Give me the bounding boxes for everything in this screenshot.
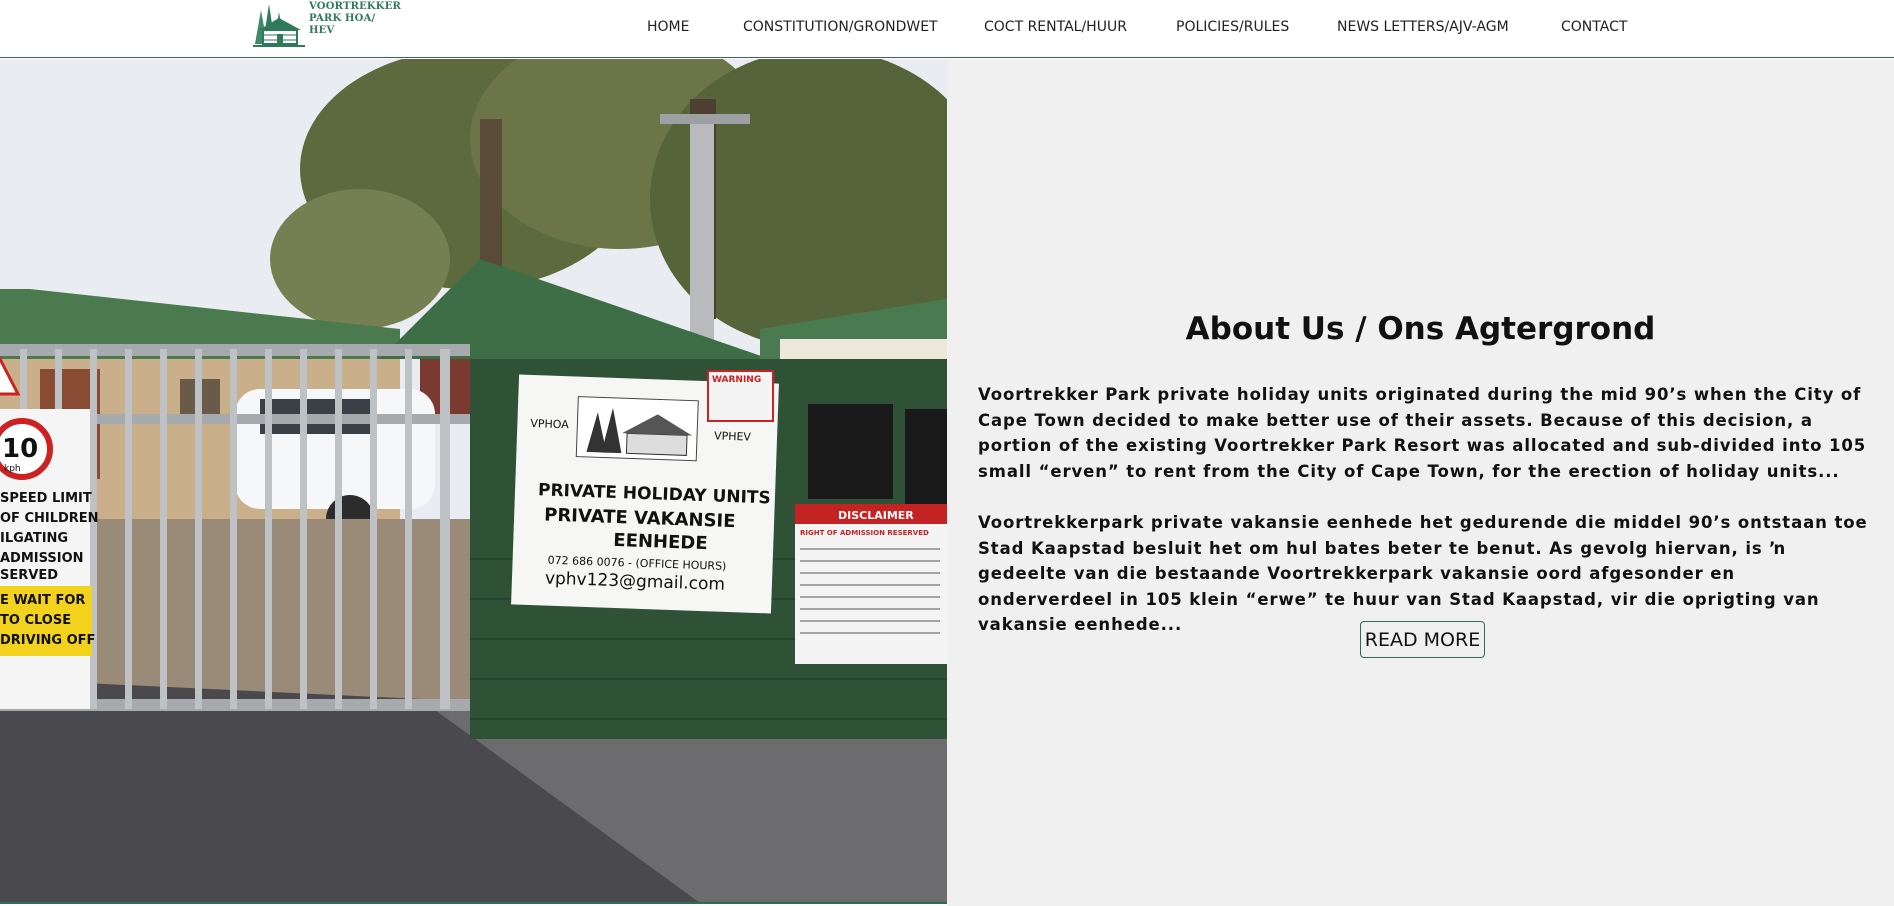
logo-text: VOORTREKKER PARK HOA/ HEV: [309, 1, 401, 37]
speed-line-7: TO CLOSE: [0, 613, 71, 628]
gate-photo-illustration: VPHOA VPHEV PRIVATE HOLIDAY UNITS PRIVAT…: [0, 59, 947, 903]
nav-constitution[interactable]: CONSTITUTION/GRONDWET: [743, 19, 938, 35]
speed-line-3: ILGATING: [0, 531, 68, 546]
about-paragraph-english: Voortrekker Park private holiday units o…: [978, 385, 1867, 481]
sign-right-text: VPHEV: [714, 429, 752, 443]
cabin-trees-logo-icon: [253, 4, 305, 47]
sign-line-3: EENHEDE: [613, 530, 708, 554]
speed-line-6: E WAIT FOR: [0, 593, 85, 608]
speed-line-5: SERVED: [0, 568, 58, 583]
nav-coct-rental[interactable]: COCT RENTAL/HUUR: [984, 19, 1127, 35]
site-header: VOORTREKKER PARK HOA/ HEV HOME CONSTITUT…: [0, 0, 1894, 58]
site-logo[interactable]: VOORTREKKER PARK HOA/ HEV: [249, 0, 401, 50]
nav-newsletters[interactable]: NEWS LETTERS/AJV-AGM: [1337, 19, 1509, 35]
speed-line-2: OF CHILDREN: [0, 511, 99, 526]
sign-left-text: VPHOA: [530, 417, 569, 431]
warning-label: WARNING: [712, 375, 761, 385]
speed-value: 10: [2, 434, 38, 464]
speed-line-8: DRIVING OFF: [0, 633, 95, 648]
read-more-button[interactable]: READ MORE: [1360, 621, 1485, 658]
about-title: About Us / Ons Agtergrond: [1185, 311, 1656, 347]
speed-line-1: SPEED LIMIT: [0, 491, 92, 506]
disclaimer-sub: RIGHT OF ADMISSION RESERVED: [800, 529, 929, 537]
hero-bottom-border: [0, 902, 947, 904]
speed-unit: kph: [4, 464, 21, 474]
about-section: About Us / Ons Agtergrond Voortrekker Pa…: [947, 59, 1894, 906]
nav-policies[interactable]: POLICIES/RULES: [1176, 19, 1289, 35]
disclaimer-label: DISCLAIMER: [838, 509, 914, 522]
nav-contact[interactable]: CONTACT: [1561, 19, 1627, 35]
speed-line-4: ADMISSION: [0, 551, 84, 566]
hero-image-gate: VPHOA VPHEV PRIVATE HOLIDAY UNITS PRIVAT…: [0, 59, 947, 903]
logo-line-1: VOORTREKKER: [309, 1, 402, 12]
about-paragraph-afrikaans: Voortrekkerpark private vakansie eenhede…: [978, 513, 1868, 634]
nav-home[interactable]: HOME: [647, 19, 689, 35]
logo-line-2: PARK HOA/ HEV: [309, 13, 376, 36]
